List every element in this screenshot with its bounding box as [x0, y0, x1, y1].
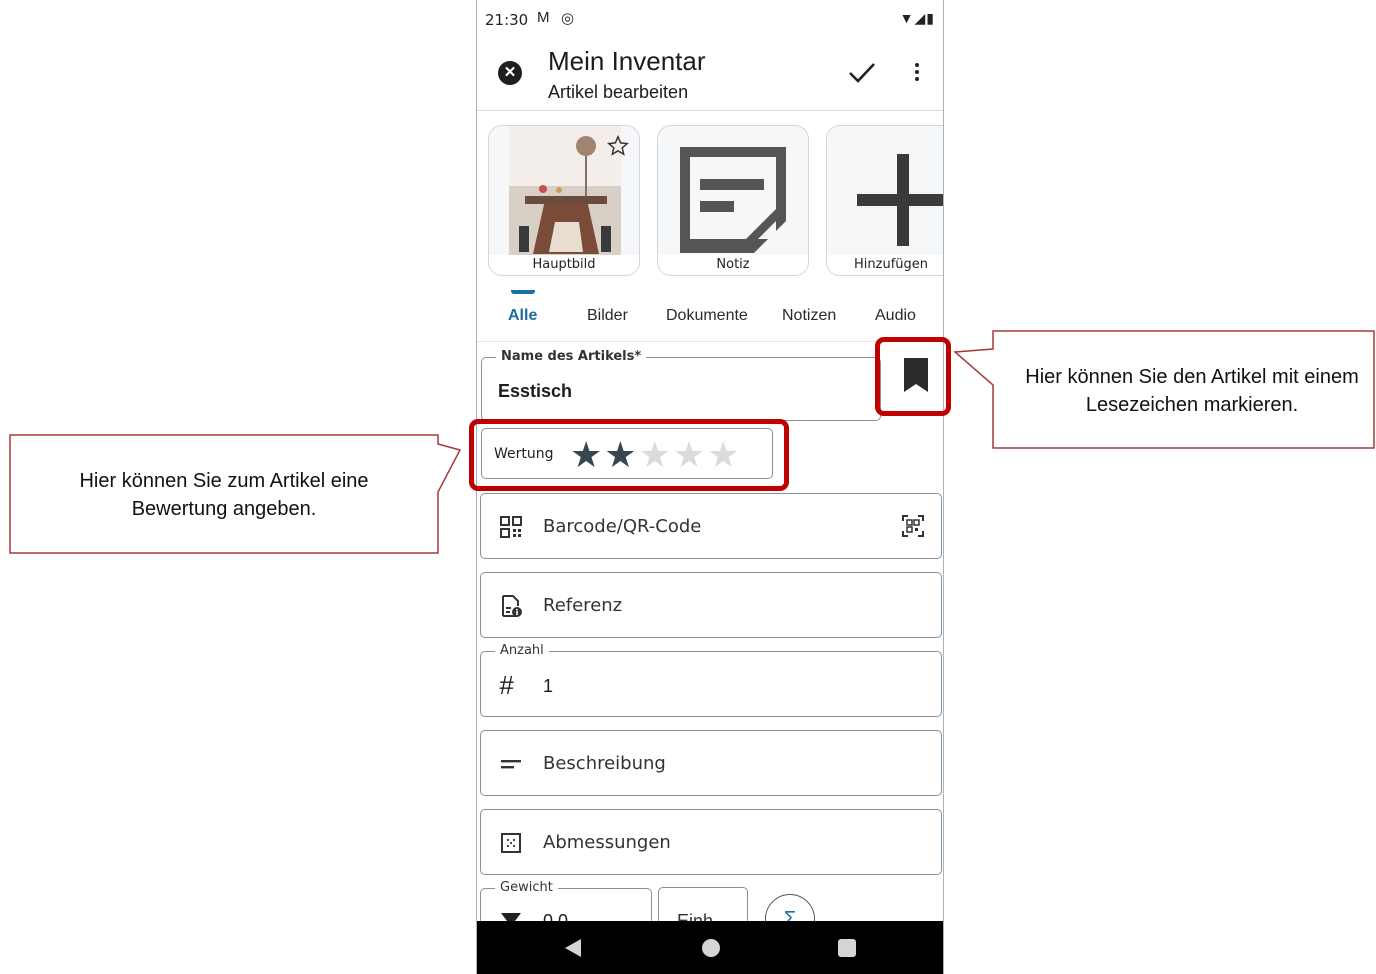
rating-callout-text: Hier können Sie zum Artikel eine Bewertu… — [79, 470, 369, 520]
bookmark-callout-text: Hier können Sie den Artikel mit einem Le… — [1025, 366, 1359, 416]
